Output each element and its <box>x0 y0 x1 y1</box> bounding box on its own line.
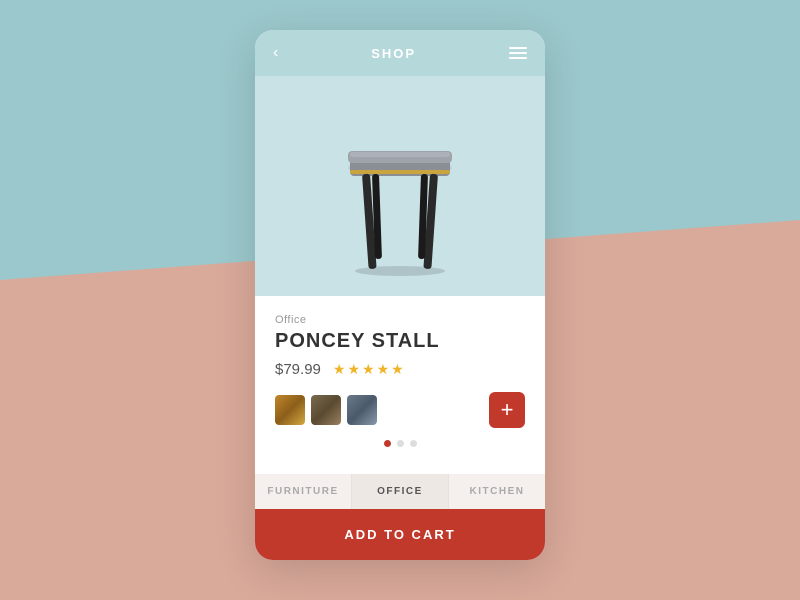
product-image <box>320 96 480 296</box>
star-2: ★ <box>347 361 360 378</box>
swatch-warm-wood[interactable] <box>275 395 305 425</box>
back-button[interactable]: ‹ <box>273 44 278 62</box>
star-rating: ★ ★ ★ ★ ★ <box>333 361 404 378</box>
product-category: Office <box>275 314 525 326</box>
price-row: $79.99 ★ ★ ★ ★ ★ <box>275 361 525 378</box>
star-5: ★ <box>391 361 404 378</box>
color-swatches <box>275 395 377 425</box>
product-image-area <box>255 76 545 296</box>
dot-2[interactable] <box>397 440 404 447</box>
swatch-grey[interactable] <box>347 395 377 425</box>
category-tabs: FURNITURE OFFICE KITCHEN <box>255 474 545 509</box>
menu-icon[interactable] <box>509 47 527 59</box>
product-card: ‹ SHOP <box>255 30 545 560</box>
swatch-dark-wood[interactable] <box>311 395 341 425</box>
star-1: ★ <box>333 361 346 378</box>
add-to-cart-button[interactable]: ADD TO CART <box>255 509 545 560</box>
header: ‹ SHOP <box>255 30 545 76</box>
tab-kitchen[interactable]: KITCHEN <box>449 474 545 509</box>
star-4: ★ <box>377 361 390 378</box>
dot-3[interactable] <box>410 440 417 447</box>
pagination-dots <box>275 440 525 447</box>
add-color-button[interactable]: + <box>489 392 525 428</box>
color-row: + <box>275 392 525 428</box>
star-3: ★ <box>362 361 375 378</box>
menu-line-2 <box>509 52 527 54</box>
menu-line-3 <box>509 57 527 59</box>
dot-1[interactable] <box>384 440 391 447</box>
product-name: PONCEY STALL <box>275 330 525 353</box>
tab-furniture[interactable]: FURNITURE <box>255 474 352 509</box>
shop-title: SHOP <box>371 46 416 61</box>
product-info: Office PONCEY STALL $79.99 ★ ★ ★ ★ ★ + <box>255 296 545 474</box>
product-price: $79.99 <box>275 361 321 378</box>
tab-office[interactable]: OFFICE <box>352 474 449 509</box>
menu-line-1 <box>509 47 527 49</box>
